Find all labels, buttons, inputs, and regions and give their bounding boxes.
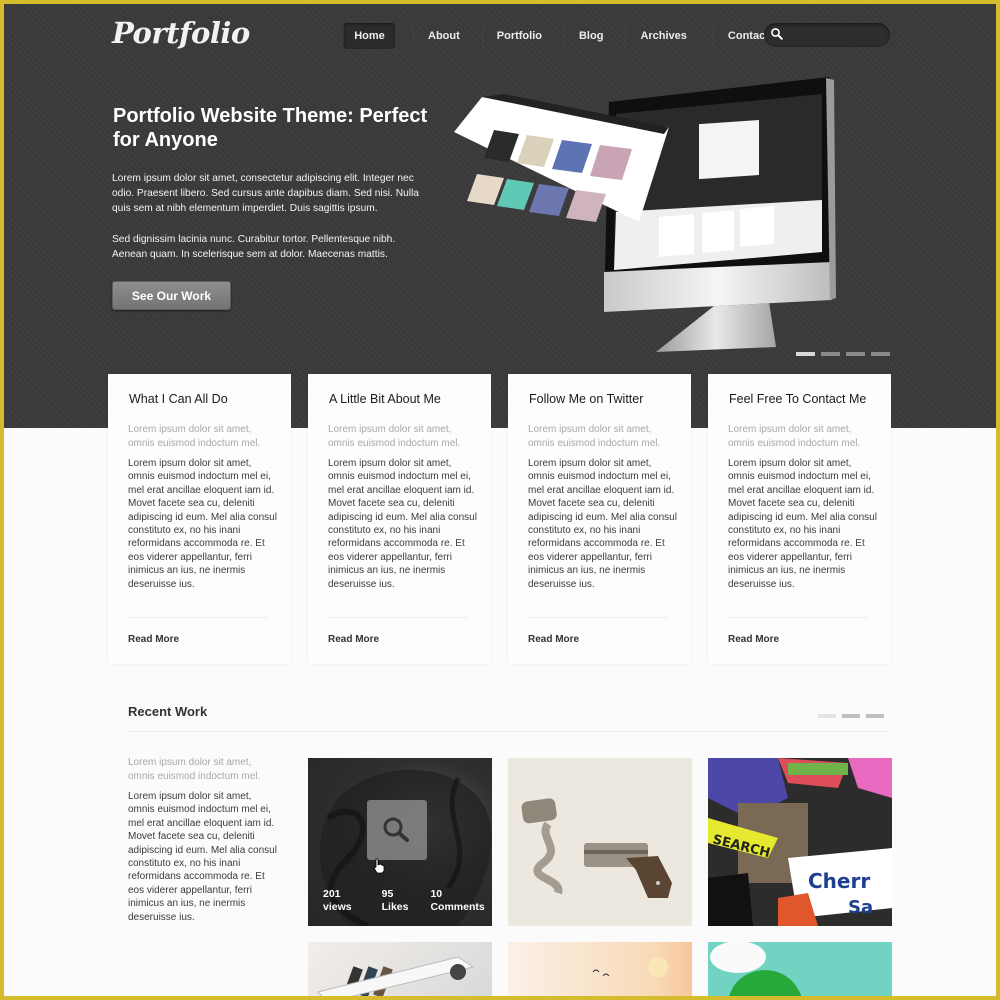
stat-value: 10 <box>430 888 443 900</box>
card-body: Lorem ipsum dolor sit amet, omnis euismo… <box>528 458 677 590</box>
card-divider <box>328 617 468 618</box>
comments-stat: 10 Comments <box>430 888 484 914</box>
read-more-link[interactable]: Read More <box>128 634 179 645</box>
read-more-link[interactable]: Read More <box>728 634 779 645</box>
feature-card: Follow Me on Twitter Lorem ipsum dolor s… <box>508 374 691 664</box>
card-title: Feel Free To Contact Me <box>729 392 867 406</box>
recent-work-title: Recent Work <box>128 704 208 719</box>
pager-dot[interactable] <box>818 714 836 718</box>
stat-label: Comments <box>430 901 485 913</box>
imac-illustration <box>454 77 836 352</box>
portfolio-thumb-hovered[interactable]: 201 views 95 Likes 10 Comments <box>308 758 492 926</box>
airplanes-illustration <box>317 956 475 996</box>
card-body: Lorem ipsum dolor sit amet, omnis euismo… <box>128 458 277 590</box>
nav-item-about[interactable]: About <box>413 23 474 49</box>
search-box[interactable] <box>764 23 890 47</box>
card-title: What I Can All Do <box>129 392 228 406</box>
svg-text:Sa: Sa <box>848 897 873 918</box>
card-subtitle: Lorem ipsum dolor sit amet, omnis euismo… <box>128 424 261 449</box>
card-divider <box>128 617 268 618</box>
pager-dot[interactable] <box>866 714 884 718</box>
portfolio-thumb[interactable] <box>508 942 692 996</box>
hero-paragraph: Sed dignissim lacinia nunc. Curabitur to… <box>112 234 396 260</box>
recent-work-subtitle: Lorem ipsum dolor sit amet, omnis euismo… <box>128 757 261 782</box>
card-title: A Little Bit About Me <box>329 392 441 406</box>
card-body: Lorem ipsum dolor sit amet, omnis euismo… <box>328 458 477 590</box>
page-frame: Portfolio Home About Portfolio Blog Arch… <box>4 4 996 996</box>
card-divider <box>728 617 868 618</box>
see-our-work-button[interactable]: See Our Work <box>112 281 231 310</box>
sunset-illustration <box>592 957 668 977</box>
thumb-stats: 201 views 95 Likes 10 Comments <box>323 888 492 914</box>
svg-text:Cherr: Cherr <box>808 869 870 893</box>
hero-paragraph: Lorem ipsum dolor sit amet, consectetur … <box>112 173 419 214</box>
recent-work-body: Lorem ipsum dolor sit amet, omnis euismo… <box>128 791 277 923</box>
card-subtitle: Lorem ipsum dolor sit amet, omnis euismo… <box>328 424 461 449</box>
card-divider <box>528 617 668 618</box>
slider-dot[interactable] <box>796 352 815 356</box>
search-input[interactable] <box>786 23 884 47</box>
slider-dot[interactable] <box>871 352 890 356</box>
search-icon <box>771 28 783 40</box>
card-subtitle: Lorem ipsum dolor sit amet, omnis euismo… <box>528 424 661 449</box>
nav-item-portfolio[interactable]: Portfolio <box>481 23 556 49</box>
stat-label: Likes <box>381 901 409 913</box>
nav-item-home[interactable]: Home <box>343 23 395 49</box>
portfolio-thumb[interactable]: SEARCH Cherr Sa <box>708 758 892 926</box>
recent-work-pagination <box>818 714 884 718</box>
feature-card: What I Can All Do Lorem ipsum dolor sit … <box>108 374 291 664</box>
zoom-overlay-button[interactable] <box>367 800 427 860</box>
portfolio-thumb[interactable] <box>508 758 692 926</box>
sticker-collage-image: SEARCH Cherr Sa <box>708 758 892 926</box>
likes-stat: 95 Likes <box>382 888 409 914</box>
read-more-link[interactable]: Read More <box>328 634 379 645</box>
slider-dot[interactable] <box>846 352 865 356</box>
portfolio-thumb[interactable] <box>708 942 892 996</box>
section-divider <box>128 731 892 732</box>
views-stat: 201 views <box>323 888 352 914</box>
portfolio-thumb[interactable] <box>308 942 492 996</box>
stat-label: views <box>323 901 352 913</box>
hero-title: Portfolio Website Theme: Perfect for Any… <box>113 105 428 151</box>
hand-cursor-icon <box>373 858 385 874</box>
slider-dot[interactable] <box>821 352 840 356</box>
hero-section: Portfolio Home About Portfolio Blog Arch… <box>4 4 996 428</box>
card-subtitle: Lorem ipsum dolor sit amet, omnis euismo… <box>728 424 861 449</box>
card-title: Follow Me on Twitter <box>529 392 644 406</box>
main-nav: Home About Portfolio Blog Archives Conta… <box>343 23 783 49</box>
green-character-illustration <box>710 942 802 996</box>
stat-value: 95 <box>381 888 394 900</box>
read-more-link[interactable]: Read More <box>528 634 579 645</box>
nav-item-archives[interactable]: Archives <box>625 23 700 49</box>
nav-item-blog[interactable]: Blog <box>563 23 617 49</box>
stat-value: 201 <box>323 888 341 900</box>
card-body: Lorem ipsum dolor sit amet, omnis euismo… <box>728 458 877 590</box>
hero-slider-pagination <box>796 352 890 356</box>
pistol-illustration <box>521 798 672 898</box>
pager-dot[interactable] <box>842 714 860 718</box>
magnifier-icon <box>383 817 409 842</box>
site-logo[interactable]: Portfolio <box>112 16 250 50</box>
feature-card: Feel Free To Contact Me Lorem ipsum dolo… <box>708 374 891 664</box>
feature-card: A Little Bit About Me Lorem ipsum dolor … <box>308 374 491 664</box>
